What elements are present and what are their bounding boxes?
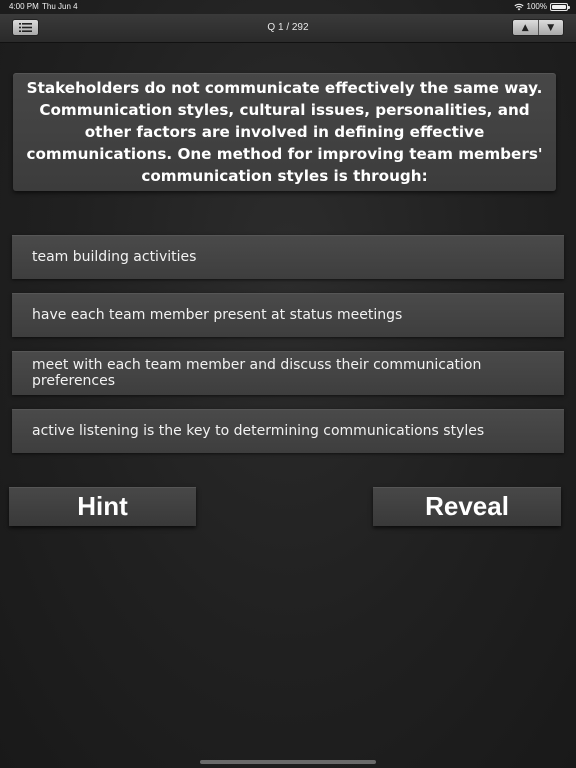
question-text: Stakeholders do not communicate effectiv…: [26, 79, 543, 185]
battery-fill: [552, 4, 566, 9]
home-indicator[interactable]: [200, 760, 376, 764]
answer-option-3[interactable]: meet with each team member and discuss t…: [12, 351, 564, 395]
wifi-icon: [513, 3, 524, 10]
status-bar: 4:00 PM Thu Jun 4 100%: [0, 0, 576, 14]
status-date: Thu Jun 4: [42, 2, 78, 11]
status-time: 4:00 PM: [9, 2, 39, 11]
hint-button[interactable]: Hint: [9, 487, 196, 526]
nav-bar: Q 1 / 292 ▲ ▼: [0, 14, 576, 43]
answer-option-4[interactable]: active listening is the key to determini…: [12, 409, 564, 453]
previous-question-button[interactable]: ▲: [513, 20, 538, 35]
triangle-down-icon: ▼: [547, 22, 555, 33]
question-counter: Q 1 / 292: [267, 22, 309, 33]
status-indicators: 100%: [513, 2, 570, 11]
next-question-button[interactable]: ▼: [537, 20, 563, 35]
question-card: Stakeholders do not communicate effectiv…: [13, 73, 556, 191]
question-nav-arrows: ▲ ▼: [512, 19, 564, 36]
triangle-up-icon: ▲: [521, 22, 529, 33]
battery-percent: 100%: [526, 2, 547, 11]
answer-option-2[interactable]: have each team member present at status …: [12, 293, 564, 337]
battery-icon: [550, 2, 570, 11]
reveal-button[interactable]: Reveal: [373, 487, 561, 526]
answer-option-1[interactable]: team building activities: [12, 235, 564, 279]
